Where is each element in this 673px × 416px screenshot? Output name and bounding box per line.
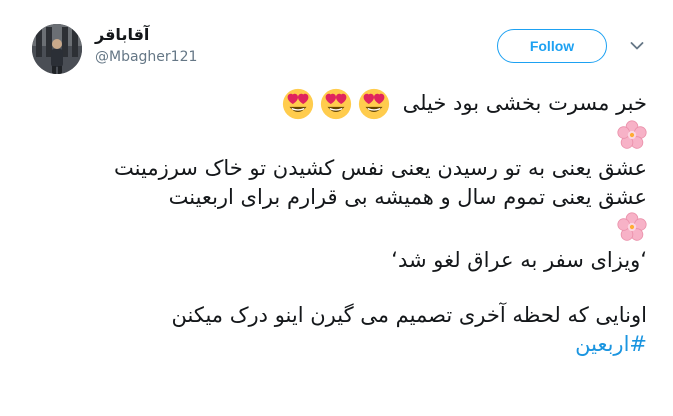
user-info: آقاباقر @Mbagher121 <box>95 25 197 66</box>
heart-eyes-emoji-icon <box>358 88 390 120</box>
display-name[interactable]: آقاباقر <box>95 25 197 45</box>
blossom-line-2 <box>27 212 647 242</box>
tweet-header: آقاباقر @Mbagher121 Follow <box>0 0 673 90</box>
tweet-text: خبر مسرت بخشی بود خیلی عشق یعنی به تو رس… <box>27 86 647 359</box>
hashtag-link[interactable]: #اربعین <box>575 332 647 356</box>
tweet-line-2: عشق یعنی به تو رسیدن یعنی نفس کشیدن تو خ… <box>114 156 647 180</box>
hashtag-line: #اربعین <box>27 330 647 359</box>
tweet-line-5: اونایی که لحظه آخری تصمیم می گیرن اینو د… <box>171 303 647 327</box>
blossom-line-1 <box>27 120 647 150</box>
avatar[interactable] <box>32 24 82 74</box>
tweet-line-3: عشق یعنی تموم سال و همیشه بی قرارم برای … <box>168 185 647 209</box>
heart-eyes-emoji-icon <box>320 88 352 120</box>
cherry-blossom-icon <box>617 212 647 241</box>
tweet-line-4: ‘ویزای سفر به عراق لغو شد‘ <box>391 248 647 272</box>
heart-eyes-emoji-icon <box>282 88 314 120</box>
user-handle[interactable]: @Mbagher121 <box>95 48 197 66</box>
cherry-blossom-icon <box>617 120 647 149</box>
tweet-text-1: خبر مسرت بخشی بود خیلی <box>402 91 647 115</box>
follow-button[interactable]: Follow <box>497 29 607 63</box>
chevron-down-icon[interactable] <box>630 41 644 51</box>
emoji-group <box>280 87 392 121</box>
tweet-line-1: خبر مسرت بخشی بود خیلی <box>27 86 647 120</box>
